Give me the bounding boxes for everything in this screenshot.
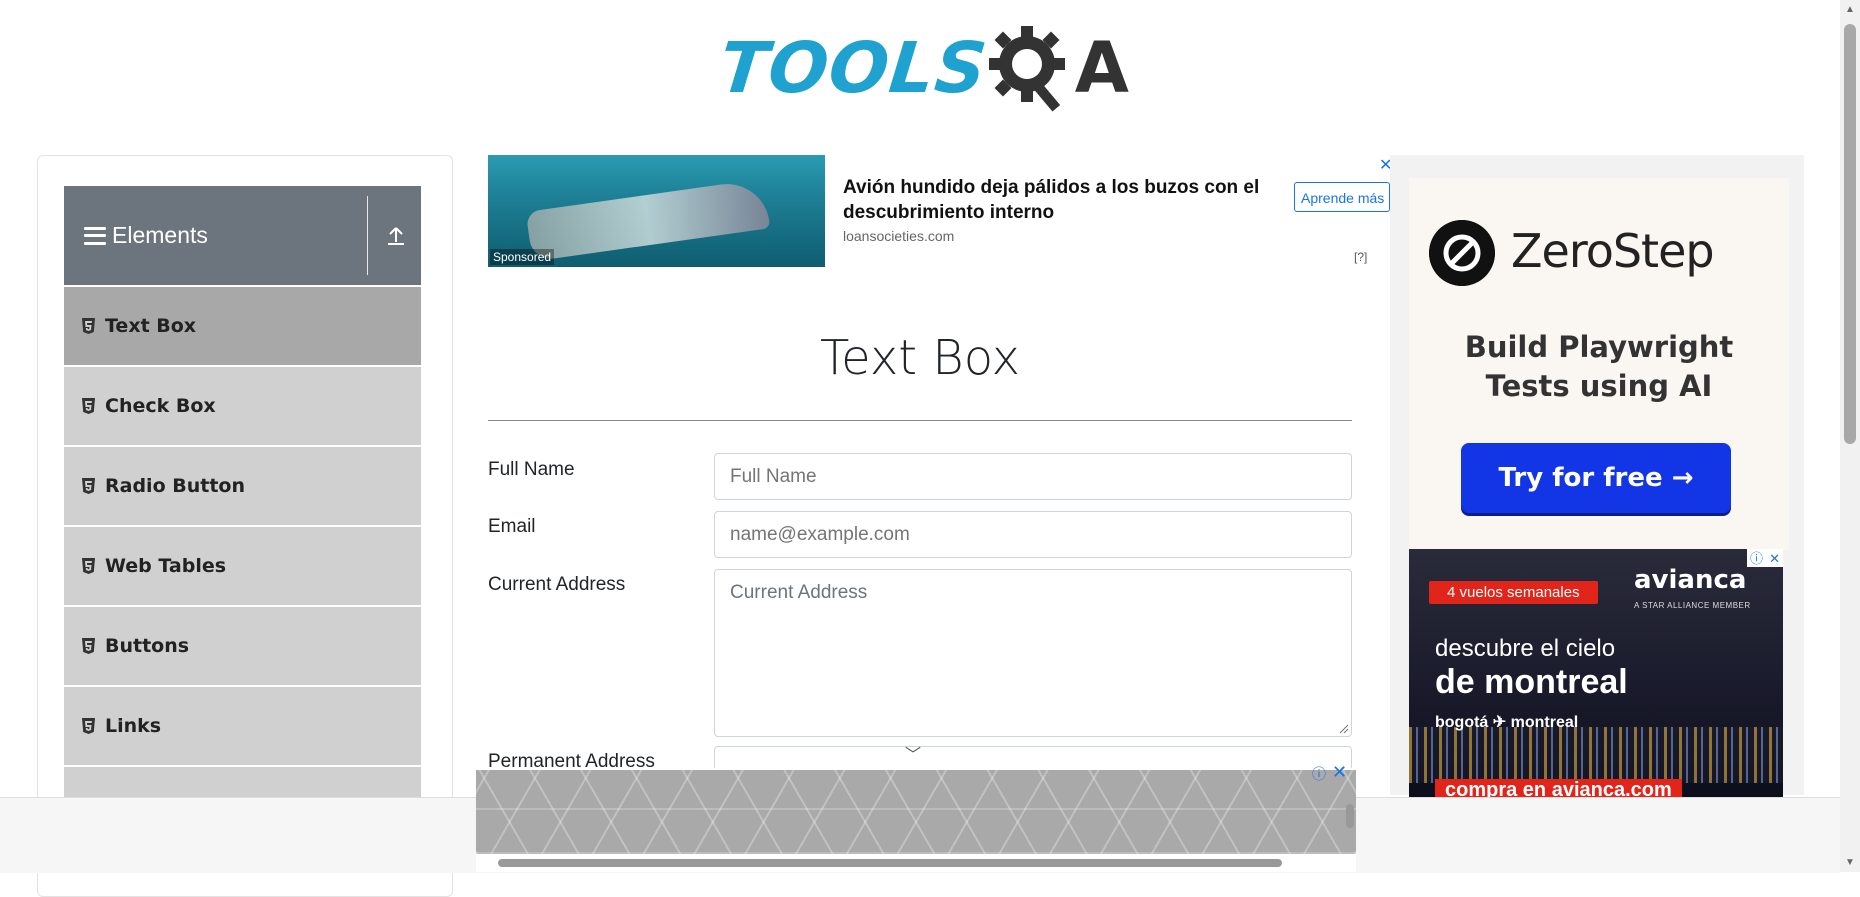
sidebar-item-web-tables[interactable]: Web Tables: [64, 527, 421, 607]
ad-horizontal-scrollbar[interactable]: [480, 856, 1352, 870]
ad-pattern-image[interactable]: [476, 770, 1356, 854]
sidebar-item-radio-button[interactable]: Radio Button: [64, 447, 421, 527]
ad-cta-button[interactable]: Aprende más: [1294, 182, 1390, 212]
ad-image-plane: [525, 178, 771, 262]
ad-help-link[interactable]: [?]: [1354, 250, 1367, 264]
logo-tools-text: TOOLS: [715, 27, 992, 109]
scrollbar-thumb[interactable]: [498, 859, 1282, 867]
html5-icon: [82, 638, 95, 654]
avianca-ad[interactable]: 4 vuelos semanales avianca A STAR ALLIAN…: [1409, 549, 1783, 797]
sidebar-item-label: Links: [105, 715, 162, 737]
zerostep-brand: ZeroStep: [1511, 224, 1715, 278]
resize-grip-icon[interactable]: [1339, 724, 1349, 734]
sidebar-group-elements[interactable]: Elements: [64, 186, 421, 285]
html5-icon: [82, 478, 95, 494]
info-icon[interactable]: ⓘ: [1312, 764, 1326, 784]
logo-qa-text: A: [1074, 27, 1129, 109]
html5-icon: [82, 318, 95, 334]
html5-icon: [82, 398, 95, 414]
email-input[interactable]: [714, 511, 1352, 558]
ad-image[interactable]: Sponsored: [488, 155, 825, 267]
close-icon[interactable]: ✕: [1332, 762, 1347, 783]
zerostep-logo-icon: [1429, 220, 1495, 286]
current-address-textarea[interactable]: Current Address: [714, 569, 1352, 737]
sidebar-group-title: Elements: [112, 222, 208, 248]
page-scrollbar[interactable]: ▲ ▼: [1840, 0, 1860, 872]
page-title: Text Box: [819, 330, 1021, 386]
avianca-headline-1: descubre el cielo: [1435, 635, 1616, 662]
zerostep-tagline-2: Tests using AI: [1485, 369, 1713, 403]
sidebar-item-label: Web Tables: [105, 555, 227, 577]
zerostep-ad[interactable]: ZeroStep Build Playwright Tests using AI…: [1409, 178, 1789, 550]
scrollbar-thumb[interactable]: [1844, 24, 1856, 444]
hamburger-icon: [84, 226, 106, 245]
sidebar-item-text-box[interactable]: Text Box: [64, 287, 421, 367]
email-label: Email: [488, 516, 536, 537]
sidebar-item-check-box[interactable]: Check Box: [64, 367, 421, 447]
zerostep-tagline: Build Playwright Tests using AI: [1409, 328, 1789, 406]
sidebar-item-links[interactable]: Links: [64, 687, 421, 767]
star-alliance-text: A STAR ALLIANCE MEMBER: [1634, 601, 1751, 610]
collapse-arrow-icon[interactable]: [387, 226, 405, 246]
try-for-free-button[interactable]: Try for free →: [1461, 443, 1731, 513]
chevron-down-icon: ﹀: [905, 747, 922, 764]
avianca-route: bogotá ✈ montreal: [1435, 714, 1579, 731]
sidebar-item-label: Radio Button: [105, 475, 245, 497]
scrollbar-thumb[interactable]: [1346, 804, 1354, 828]
ad-choices[interactable]: ⓘ ✕: [1747, 549, 1783, 567]
zerostep-tagline-1: Build Playwright: [1464, 330, 1734, 364]
ad-vertical-scrollbar[interactable]: [1344, 784, 1356, 854]
header-divider: [367, 196, 368, 275]
scroll-down-icon[interactable]: ▼: [1845, 857, 1855, 868]
avianca-cta[interactable]: compra en avianca.com: [1435, 779, 1682, 797]
html5-icon: [82, 558, 95, 574]
top-sponsored-ad[interactable]: Sponsored Avión hundido deja pálidos a l…: [488, 155, 1392, 268]
permanent-address-textarea[interactable]: ﹀: [714, 746, 1352, 768]
full-name-input[interactable]: [714, 453, 1352, 500]
sidebar-item-label: Buttons: [105, 635, 190, 657]
ad-domain[interactable]: loansocieties.com: [843, 228, 954, 244]
title-divider: [488, 420, 1352, 421]
full-name-label: Full Name: [488, 459, 575, 480]
bottom-overlay-ad[interactable]: ⓘ ✕: [476, 762, 1356, 872]
avianca-headline-2: de montreal: [1435, 663, 1628, 701]
sidebar-item-label: Check Box: [105, 395, 216, 417]
close-icon[interactable]: ✕: [1769, 552, 1780, 565]
current-address-placeholder: Current Address: [730, 582, 868, 603]
toolsqa-logo[interactable]: TOOLS A: [716, 18, 1129, 118]
sidebar-item-label: Text Box: [105, 315, 197, 337]
scroll-up-icon[interactable]: ▲: [1845, 4, 1855, 15]
current-address-label: Current Address: [488, 574, 626, 595]
gear-magnifier-icon: [988, 26, 1065, 112]
avianca-badge: 4 vuelos semanales: [1429, 581, 1598, 604]
ad-headline[interactable]: Avión hundido deja pálidos a los buzos c…: [843, 175, 1273, 225]
sponsored-label: Sponsored: [490, 249, 555, 265]
html5-icon: [82, 718, 95, 734]
info-icon[interactable]: ⓘ: [1750, 552, 1763, 565]
sidebar-item-buttons[interactable]: Buttons: [64, 607, 421, 687]
montreal-skyline-image: [1409, 727, 1783, 783]
avianca-logo: avianca: [1634, 565, 1747, 595]
